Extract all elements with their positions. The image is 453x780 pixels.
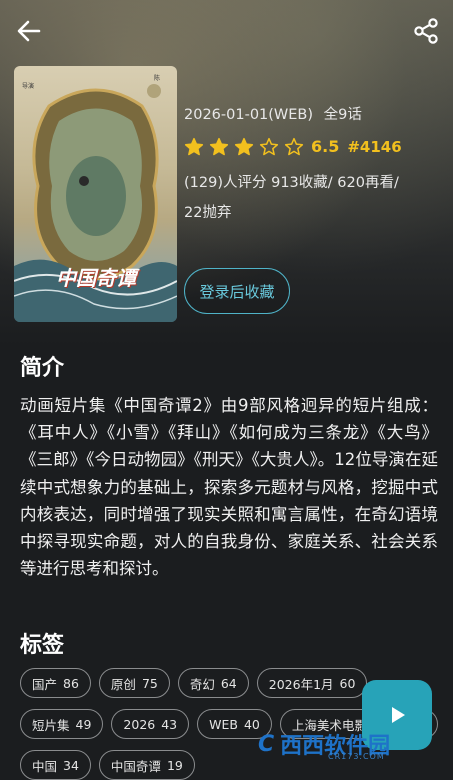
intro-title: 简介	[20, 356, 65, 381]
star-empty-icon	[259, 137, 279, 156]
share-icon	[414, 18, 438, 44]
svg-text:导演: 导演	[22, 82, 34, 90]
tag-chip[interactable]: 国产 86	[20, 668, 91, 698]
tag-name: 奇幻	[189, 676, 215, 692]
tag-count: 86	[63, 675, 79, 691]
rating-row: 6.5 #4146	[184, 134, 446, 160]
tag-name: 中国	[32, 758, 58, 774]
tag-chip[interactable]: 2026 43	[111, 709, 190, 739]
arrow-left-icon	[17, 20, 41, 42]
star-filled-icon	[234, 137, 254, 156]
tag-count: 43	[161, 716, 178, 732]
star-filled-icon	[184, 137, 204, 156]
tag-count: 75	[141, 675, 158, 691]
tag-name: 中国奇谭	[110, 758, 161, 774]
rating-score: 6.5	[311, 137, 340, 156]
tag-count: 49	[75, 716, 92, 732]
tag-name: 短片集	[32, 717, 70, 733]
tag-name: WEB	[209, 716, 238, 732]
intro-text: 动画短片集《中国奇谭2》由9部风格迥异的短片组成：《耳中人》《小雪》《拜山》《如…	[20, 396, 438, 579]
poster-image[interactable]: 导演 陈 中国奇谭	[14, 66, 177, 322]
stats-line-2: 22抛弃	[184, 205, 232, 221]
detail-meta: 2026-01-01(WEB) 全9话 6.5 #4146 (129)人评分 9…	[184, 104, 446, 228]
episode-count: 全9话	[323, 107, 362, 123]
poster-title: 中国奇谭	[56, 266, 136, 290]
star-empty-icon	[284, 137, 304, 156]
site-watermark: C 西西软件园 CR173.COM	[258, 720, 448, 768]
tag-name: 原创	[110, 676, 136, 692]
stats-line-1: (129)人评分 913收藏/ 620再看/	[184, 175, 399, 191]
tag-count: 34	[63, 757, 79, 773]
release-date: 2026-01-01(WEB)	[184, 107, 314, 123]
tag-count: 60	[339, 675, 356, 691]
tag-chip[interactable]: 短片集 49	[20, 709, 104, 739]
rating-stars	[184, 137, 309, 157]
tag-chip[interactable]: 2026年1月 60	[256, 668, 368, 698]
tag-name: 2026	[123, 716, 156, 732]
star-filled-icon	[209, 137, 229, 156]
tag-name: 2026年1月	[268, 676, 334, 692]
back-button[interactable]	[12, 14, 46, 48]
svg-text:陈: 陈	[154, 74, 160, 82]
watermark-logo: C	[258, 731, 275, 757]
tags-title: 标签	[20, 633, 65, 658]
tag-chip[interactable]: 奇幻 64	[177, 668, 249, 698]
share-button[interactable]	[409, 14, 443, 48]
watermark-sub: CR173.COM	[328, 752, 385, 761]
tag-count: 64	[220, 675, 237, 691]
tag-chip[interactable]: 原创 75	[98, 668, 170, 698]
stats: (129)人评分 913收藏/ 620再看/ 22抛弃	[184, 168, 446, 228]
tag-name: 国产	[32, 676, 58, 692]
tag-chip[interactable]: 中国 34	[20, 750, 91, 780]
date-episodes: 2026-01-01(WEB) 全9话	[184, 104, 446, 126]
tag-count: 19	[166, 757, 183, 773]
login-to-collect-button[interactable]: 登录后收藏	[184, 268, 290, 314]
rank-number: #4146	[347, 138, 402, 156]
tag-chip[interactable]: 中国奇谭 19	[98, 750, 195, 780]
